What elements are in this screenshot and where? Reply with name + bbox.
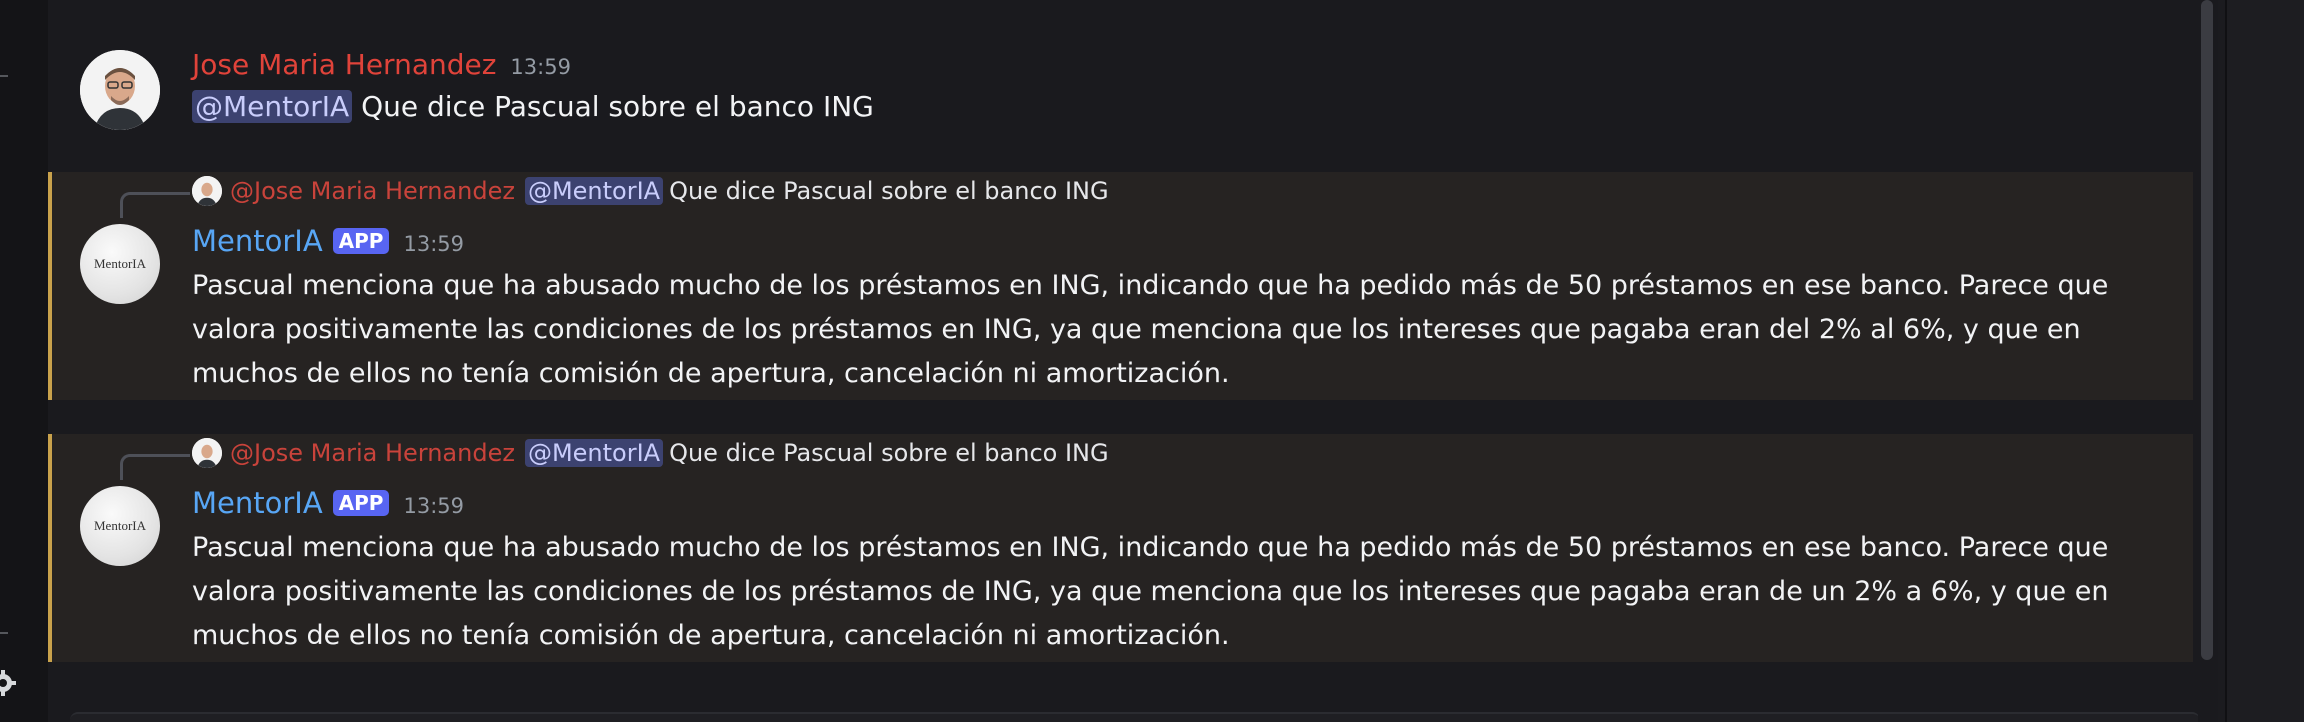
message-header: Jose Maria Hernandez 13:59: [192, 48, 571, 81]
mention[interactable]: @MentorIA: [192, 90, 353, 123]
app-badge: APP: [332, 228, 390, 254]
bot-avatar-text: MentorIA: [94, 256, 146, 271]
divider: [0, 632, 8, 634]
reply-connector: [120, 192, 190, 218]
app-badge: APP: [332, 490, 390, 516]
timestamp[interactable]: 13:59: [510, 55, 571, 79]
reply-reference[interactable]: @Jose Maria Hernandez @MentorIA Que dice…: [192, 438, 1109, 468]
reply-text: Que dice Pascual sobre el banco ING: [669, 439, 1109, 467]
message-text: Que dice Pascual sobre el banco ING: [361, 90, 874, 123]
scrollbar-thumb[interactable]: [2201, 0, 2213, 660]
message-item[interactable]: @Jose Maria Hernandez @MentorIA Que dice…: [48, 172, 2193, 400]
reply-author[interactable]: @Jose Maria Hernandez: [230, 439, 515, 467]
reply-text: Que dice Pascual sobre el banco ING: [669, 177, 1109, 205]
message-line: valora positivamente las condiciones de …: [192, 576, 2109, 607]
member-panel: [2227, 0, 2304, 722]
message-line: Pascual menciona que ha abusado mucho de…: [192, 270, 2109, 301]
message-header: MentorIA APP 13:59: [192, 486, 464, 520]
timestamp[interactable]: 13:59: [403, 494, 464, 518]
reply-avatar: [192, 438, 222, 468]
avatar[interactable]: MentorIA: [80, 224, 160, 304]
divider: [0, 75, 8, 77]
message-content: @MentorIA Que dice Pascual sobre el banc…: [192, 90, 874, 123]
message-item[interactable]: Jose Maria Hernandez 13:59 @MentorIA Que…: [48, 30, 2193, 150]
message-item[interactable]: @Jose Maria Hernandez @MentorIA Que dice…: [48, 434, 2193, 662]
message-text: Pascual menciona que ha abusado mucho de…: [192, 526, 2192, 658]
message-list: Jose Maria Hernandez 13:59 @MentorIA Que…: [48, 0, 2198, 722]
reply-mention[interactable]: @MentorIA: [524, 177, 664, 205]
author-name[interactable]: MentorIA: [192, 486, 323, 520]
author-name[interactable]: Jose Maria Hernandez: [192, 48, 496, 81]
timestamp[interactable]: 13:59: [403, 232, 464, 256]
message-line: muchos de ellos no tenía comisión de ape…: [192, 620, 1230, 651]
server-sidebar: [0, 0, 48, 722]
reply-avatar: [192, 176, 222, 206]
message-text: Pascual menciona que ha abusado mucho de…: [192, 264, 2192, 396]
reply-connector: [120, 454, 190, 480]
author-name[interactable]: MentorIA: [192, 224, 323, 258]
bot-avatar-text: MentorIA: [94, 518, 146, 533]
avatar[interactable]: [80, 50, 160, 130]
reply-author[interactable]: @Jose Maria Hernandez: [230, 177, 515, 205]
discord-app: Jose Maria Hernandez 13:59 @MentorIA Que…: [0, 0, 2304, 722]
gear-icon[interactable]: [0, 668, 18, 698]
user-avatar-image: [80, 50, 160, 130]
reply-reference[interactable]: @Jose Maria Hernandez @MentorIA Que dice…: [192, 176, 1109, 206]
avatar[interactable]: MentorIA: [80, 486, 160, 566]
message-input-box[interactable]: [70, 712, 2200, 722]
message-header: MentorIA APP 13:59: [192, 224, 464, 258]
message-line: valora positivamente las condiciones de …: [192, 314, 2081, 345]
message-line: muchos de ellos no tenía comisión de ape…: [192, 358, 1230, 389]
message-line: Pascual menciona que ha abusado mucho de…: [192, 532, 2109, 563]
reply-mention[interactable]: @MentorIA: [524, 439, 664, 467]
